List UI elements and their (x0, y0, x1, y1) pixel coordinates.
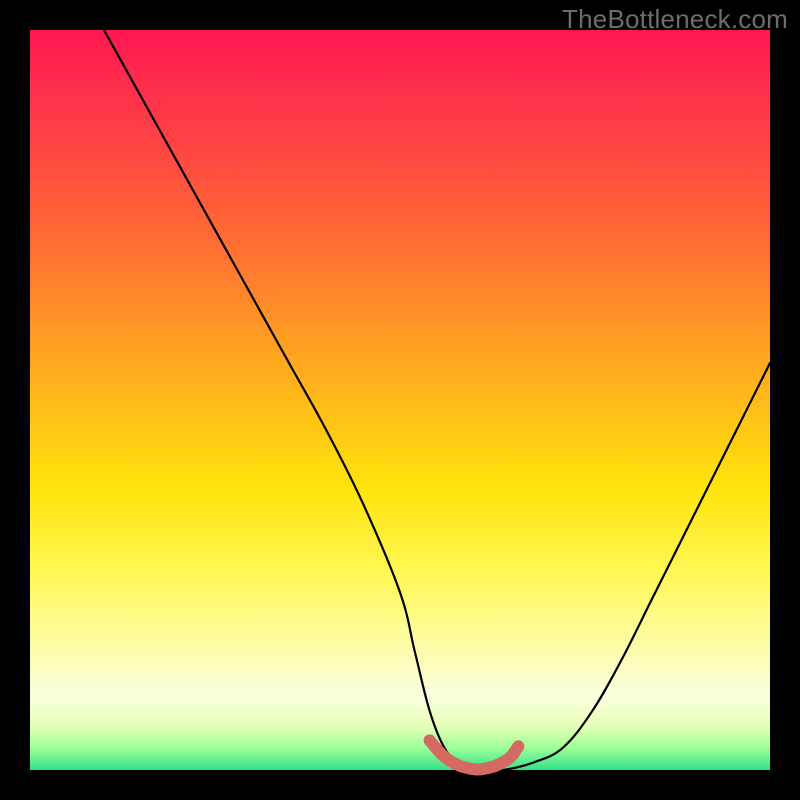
main-curve (104, 30, 770, 771)
chart-frame: TheBottleneck.com (0, 0, 800, 800)
curve-svg (30, 30, 770, 770)
plot-area (30, 30, 770, 770)
